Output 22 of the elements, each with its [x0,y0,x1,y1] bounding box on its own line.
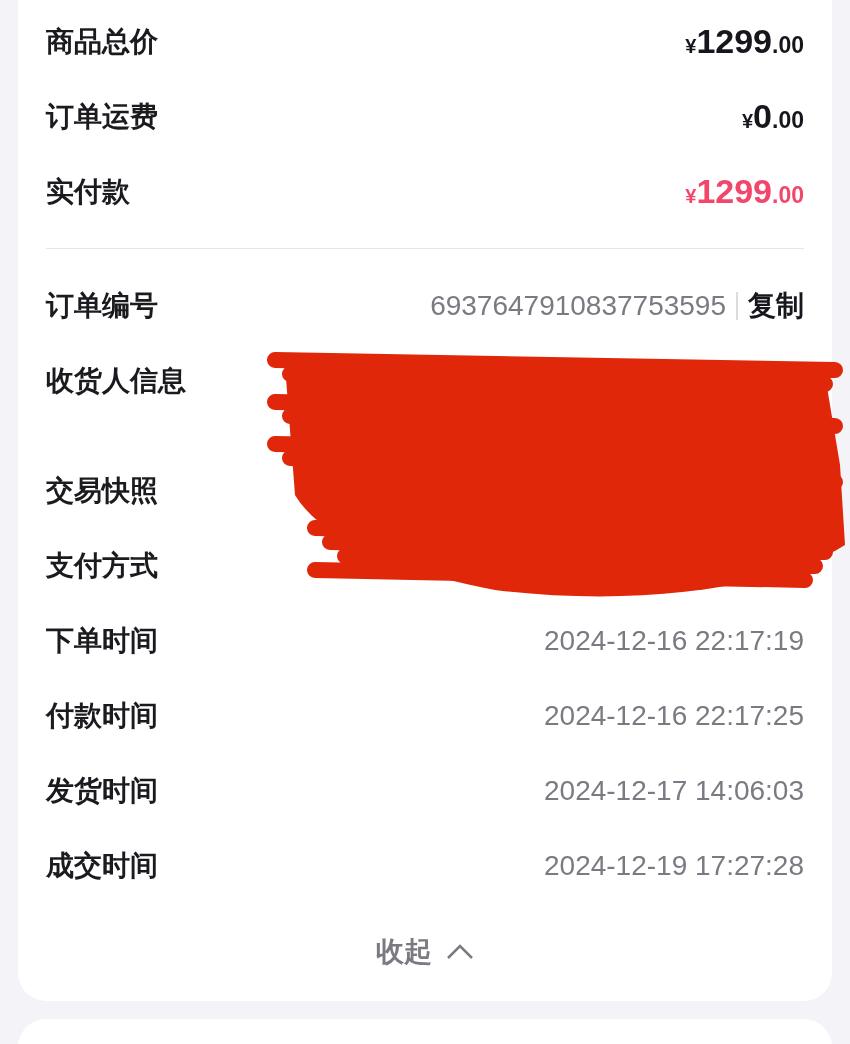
price-text: ¥1299.00 [685,22,804,61]
time-value: 2024-12-19 17:27:28 [544,849,804,882]
row-label: 订单编号 [46,287,158,324]
row-label: 实付款 [46,173,130,210]
time-value: 2024-12-17 14:06:03 [544,774,804,807]
row-label: 商品总价 [46,23,158,60]
row-label: 下单时间 [46,622,158,659]
copy-button[interactable]: 复制 [748,286,804,325]
row-label: 成交时间 [46,847,158,884]
price-text: ¥0.00 [741,97,804,136]
time-value: 2024-12-16 22:17:25 [544,699,804,732]
time-value: 2024-12-16 22:17:19 [544,624,804,657]
row-label: 支付方式 [46,547,158,584]
row-label: 发货时间 [46,772,158,809]
chevron-up-icon [446,944,474,960]
row-label: 交易快照 [46,472,158,509]
collapse-button[interactable]: 收起 [376,917,474,987]
order-number: 6937647910837753595 [430,289,726,322]
row-label: 收货人信息 [46,363,186,399]
row-label: 付款时间 [46,697,158,734]
row-label: 订单运费 [46,98,158,135]
price-text: ¥1299.00 [685,172,804,211]
